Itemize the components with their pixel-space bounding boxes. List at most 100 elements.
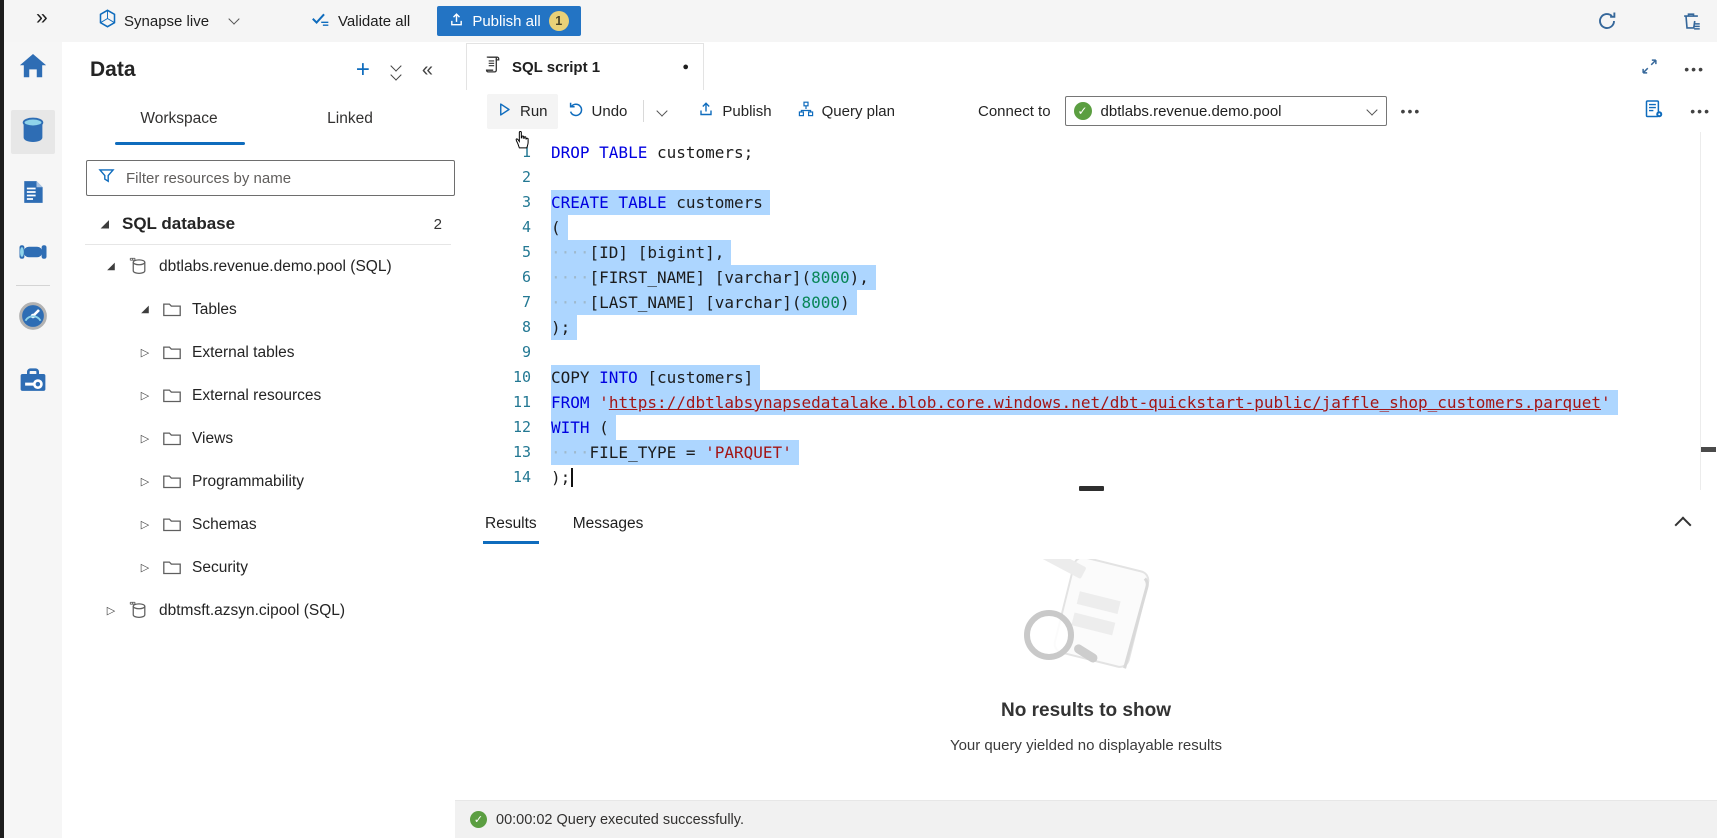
collapse-panel-icon[interactable]: « (422, 60, 433, 80)
filter-input[interactable] (124, 169, 408, 188)
pool-dropdown[interactable]: dbtlabs.revenue.demo.pool (1065, 96, 1387, 126)
nav-manage-button[interactable] (11, 360, 55, 404)
document-icon (19, 178, 47, 211)
results-splitter-handle[interactable] (1079, 486, 1104, 491)
expander-collapsed-icon[interactable]: ▷ (136, 518, 154, 531)
code-line-9[interactable]: 9 (455, 340, 1717, 365)
publish-all-button[interactable]: Publish all 1 (437, 6, 581, 36)
expander-expanded-icon[interactable]: ◢ (102, 261, 120, 272)
connect-more-options-icon[interactable] (1401, 103, 1422, 119)
expander-expanded-icon[interactable]: ◢ (96, 219, 114, 230)
line-content: DROP TABLE customers; (551, 140, 753, 165)
code-line-11[interactable]: 11FROM 'https://dbtlabsynapsedatalake.bl… (455, 390, 1717, 415)
tab-workspace[interactable]: Workspace (112, 110, 246, 128)
resource-tree: ◢SQL database2◢dbtlabs.revenue.demo.pool… (62, 204, 455, 632)
tree-row-external-tables[interactable]: ▷ External tables (62, 331, 455, 374)
success-check-icon (470, 811, 487, 828)
validate-all-label: Validate all (338, 13, 410, 30)
code-line-13[interactable]: 13····FILE_TYPE = 'PARQUET' (455, 440, 1717, 465)
line-number: 10 (455, 365, 531, 390)
tab-sql-script-1[interactable]: SQL script 1 (466, 43, 704, 90)
query-status-bar: 00:00:02 Query executed successfully. (455, 800, 1717, 838)
tree-row-programmability[interactable]: ▷Programmability (62, 460, 455, 503)
nav-integrate-button[interactable] (11, 232, 55, 276)
toolbar-right-group (1644, 90, 1711, 132)
expander-collapsed-icon[interactable]: ▷ (136, 561, 154, 574)
add-resource-icon[interactable]: + (356, 60, 370, 80)
validate-check-icon (311, 9, 330, 33)
expander-collapsed-icon[interactable]: ▷ (136, 389, 154, 402)
sql-script-icon (483, 55, 502, 79)
code-line-6[interactable]: 6····[FIRST_NAME] [varchar](8000), (455, 265, 1717, 290)
code-line-3[interactable]: 3CREATE TABLE customers (455, 190, 1717, 215)
undo-icon (568, 101, 584, 121)
nav-develop-button[interactable] (11, 172, 55, 216)
line-content: CREATE TABLE customers (551, 190, 770, 215)
expander-collapsed-icon[interactable]: ▷ (102, 604, 120, 617)
run-options-chevron[interactable] (650, 94, 674, 128)
overflow-chevrons-icon[interactable]: » (36, 6, 48, 30)
expander-collapsed-icon[interactable]: ▷ (136, 432, 154, 445)
status-message: 00:00:02 Query executed successfully. (496, 812, 744, 828)
filter-field[interactable] (86, 160, 455, 196)
tab-linked[interactable]: Linked (290, 110, 410, 128)
results-tab-messages[interactable]: Messages (571, 515, 646, 544)
tree-row-dbtmsft-azsyn-cipool-sql[interactable]: ▷dbtmsft.azsyn.cipool (SQL) (62, 589, 455, 632)
undo-label: Undo (592, 103, 628, 120)
tree-row-external-resources[interactable]: ▷External resources (62, 374, 455, 417)
code-line-4[interactable]: 4( (455, 215, 1717, 240)
expander-expanded-icon[interactable]: ◢ (136, 304, 154, 315)
node-label: External tables (192, 344, 295, 362)
tree-row-sql-database[interactable]: ◢SQL database2 (62, 204, 455, 244)
overview-ruler[interactable] (1700, 132, 1701, 490)
code-line-12[interactable]: 12WITH ( (455, 415, 1717, 440)
code-line-2[interactable]: 2 (455, 165, 1717, 190)
line-content: ····[FIRST_NAME] [varchar](8000), (551, 265, 876, 290)
folder-icon (162, 516, 182, 533)
nav-home-button[interactable] (11, 46, 55, 90)
results-tab-results[interactable]: Results (483, 515, 539, 544)
left-nav-sidebar (4, 42, 62, 838)
undo-button[interactable]: Undo (558, 93, 638, 129)
tree-row-schemas[interactable]: ▷ Schemas (62, 503, 455, 546)
node-count-badge: 2 (434, 216, 442, 233)
node-label: Schemas (192, 516, 257, 534)
refresh-icon[interactable] (1597, 11, 1617, 36)
code-line-5[interactable]: 5····[ID] [bigint], (455, 240, 1717, 265)
tree-row-dbtlabs-revenue-demo-pool-sql[interactable]: ◢dbtlabs.revenue.demo.pool (SQL) (62, 245, 455, 288)
code-line-10[interactable]: 10COPY INTO [customers] (455, 365, 1717, 390)
toolbar-more-options-icon[interactable] (1690, 103, 1711, 119)
expander-collapsed-icon[interactable]: ▷ (136, 475, 154, 488)
tree-row-views[interactable]: ▷Views (62, 417, 455, 460)
tree-row-security[interactable]: ▷Security (62, 546, 455, 589)
results-tabs: Results Messages (483, 515, 645, 544)
code-line-8[interactable]: 8); (455, 315, 1717, 340)
discard-trash-icon[interactable] (1681, 11, 1701, 36)
empty-results-title: No results to show (455, 700, 1717, 722)
text-caret (571, 468, 573, 487)
chevron-down-icon (228, 13, 239, 24)
folder-icon (162, 301, 182, 318)
no-results-illustration (455, 559, 1717, 690)
tree-row-tables[interactable]: ◢Tables (62, 288, 455, 331)
run-button[interactable]: Run (487, 94, 558, 129)
nav-monitor-button[interactable] (11, 296, 55, 340)
sql-code-editor[interactable]: 1DROP TABLE customers;23CREATE TABLE cus… (455, 132, 1717, 490)
publish-button[interactable]: Publish (688, 93, 781, 129)
nav-data-button[interactable] (11, 110, 55, 154)
expander-collapsed-icon[interactable]: ▷ (136, 346, 154, 359)
mode-selector[interactable]: Synapse live (98, 0, 238, 42)
expand-editor-icon[interactable] (1641, 58, 1658, 80)
validate-all-button[interactable]: Validate all (311, 0, 410, 42)
folder-icon (162, 559, 182, 576)
mode-label: Synapse live (124, 13, 209, 30)
code-line-1[interactable]: 1DROP TABLE customers; (455, 140, 1717, 165)
overview-ruler-cursor-marker (1701, 447, 1716, 452)
collapse-results-chevron-icon[interactable] (1675, 517, 1692, 534)
properties-icon[interactable] (1644, 99, 1664, 124)
tab-more-options-icon[interactable] (1684, 61, 1705, 77)
code-line-7[interactable]: 7····[LAST_NAME] [varchar](8000) (455, 290, 1717, 315)
connect-to-label: Connect to (978, 103, 1051, 120)
query-plan-button[interactable]: Query plan (788, 93, 905, 129)
collapse-all-icon[interactable] (392, 62, 400, 79)
